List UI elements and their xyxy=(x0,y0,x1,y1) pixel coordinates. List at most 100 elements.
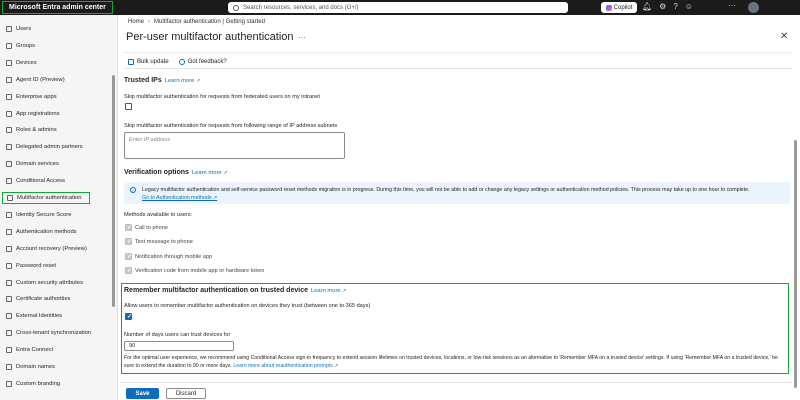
global-search-input[interactable]: Search resources, services, and docs (G+… xyxy=(228,2,568,13)
method-checkbox[interactable]: ✓ xyxy=(125,238,132,245)
copilot-label: Copilot xyxy=(613,4,633,11)
sidebar-item[interactable]: Entra Connect xyxy=(2,344,112,356)
sidebar-item-label: Entra Connect xyxy=(16,347,54,354)
days-label: Number of days users can trust devices f… xyxy=(124,332,231,338)
external-link-icon: ↗ xyxy=(196,78,201,84)
sidebar-item-label: External Identities xyxy=(16,313,63,320)
sidebar-item[interactable]: Conditional Access xyxy=(2,175,112,187)
help-icon[interactable]: ? xyxy=(673,2,677,11)
page-title: Per-user multifactor authentication xyxy=(126,31,294,43)
sidebar-item[interactable]: Devices xyxy=(2,57,112,69)
allow-remember-checkbox[interactable]: ✓ xyxy=(125,313,132,320)
external-link-icon: ↗ xyxy=(342,288,347,294)
sidebar-item[interactable]: Password reset xyxy=(2,260,112,272)
method-checkbox[interactable]: ✓ xyxy=(125,267,132,274)
sidebar-item[interactable]: Cross-tenant synchronization xyxy=(2,327,112,339)
sidebar-item-label: Users xyxy=(16,26,32,32)
sidebar-item[interactable]: Authentication methods xyxy=(2,226,112,238)
branding-icon xyxy=(6,380,12,387)
chevron-right-icon: › xyxy=(148,19,151,25)
agent-icon xyxy=(6,76,12,83)
sidebar-item[interactable]: Account recovery (Preview) xyxy=(2,243,112,255)
breadcrumb-current[interactable]: Multifactor authentication | Getting sta… xyxy=(154,19,265,25)
main-scrollbar[interactable] xyxy=(794,140,797,388)
more-options-icon[interactable]: ··· xyxy=(298,33,306,42)
sidebar-item[interactable]: Agent ID (Preview) xyxy=(2,74,112,86)
top-icons: 🔔︎ ⚙︎ ? ☺︎ xyxy=(642,2,693,11)
sidebar-item[interactable]: Groups xyxy=(2,40,112,52)
trusted-ips-learn-more[interactable]: Learn more ↗ xyxy=(165,78,200,84)
sidebar-item-label: Multifactor authentication xyxy=(17,195,82,201)
key-icon xyxy=(6,228,12,235)
sync-icon xyxy=(6,330,12,337)
feedback-label: Got feedback? xyxy=(187,58,227,65)
breadcrumb-home[interactable]: Home xyxy=(128,19,144,25)
method-checkbox[interactable]: ✓ xyxy=(125,224,132,231)
bulk-update-button[interactable]: Bulk update xyxy=(128,58,169,65)
gear-icon[interactable]: ⚙︎ xyxy=(659,2,666,11)
bell-icon[interactable]: 🔔︎ xyxy=(642,2,652,11)
trusted-ips-heading: Trusted IPs xyxy=(124,77,162,84)
sidebar-item-label: Custom security attributes xyxy=(16,279,84,286)
info-icon: i xyxy=(130,187,136,193)
sidebar-item[interactable]: Certificate authorities xyxy=(2,293,112,305)
method-label: Notification through mobile app xyxy=(135,254,213,260)
discard-button[interactable]: Discard xyxy=(166,388,206,399)
verification-learn-more[interactable]: Learn more ↗ xyxy=(192,170,227,176)
close-icon[interactable]: ✕ xyxy=(780,31,788,42)
brand-title[interactable]: Microsoft Entra admin center xyxy=(2,1,113,14)
sidebar-item[interactable]: Users xyxy=(2,23,112,35)
verification-options-title: Verification options Learn more ↗ xyxy=(124,169,227,176)
sidebar-item[interactable]: Custom security attributes xyxy=(2,277,112,289)
domain-services-icon xyxy=(6,161,12,168)
skip-federated-checkbox[interactable] xyxy=(125,103,132,110)
save-button[interactable]: Save xyxy=(126,388,159,399)
sidebar-item-label: Domain services xyxy=(16,161,59,168)
skip-federated-label: Skip multifactor authentication for requ… xyxy=(124,94,320,100)
sidebar-item-label: Devices xyxy=(16,59,37,66)
sidebar-item[interactable]: App registrations xyxy=(2,108,112,120)
sidebar-item[interactable]: Identity Secure Score xyxy=(2,209,112,221)
search-icon xyxy=(233,4,239,11)
sidebar-item-label: Account recovery (Preview) xyxy=(16,245,87,252)
sidebar-scrollbar[interactable] xyxy=(112,75,115,307)
sidebar-item-label: Groups xyxy=(16,42,36,49)
trusted-ips-title: Trusted IPs Learn more ↗ xyxy=(124,77,200,84)
copilot-button[interactable]: Copilot xyxy=(601,2,637,13)
more-icon[interactable]: ··· xyxy=(728,1,736,10)
checkmark-icon: ✓ xyxy=(127,314,133,320)
method-checkbox[interactable]: ✓ xyxy=(125,253,132,260)
feedback-button[interactable]: Got feedback? xyxy=(178,58,227,65)
sidebar: Users Groups Devices Agent ID (Preview) Ente… xyxy=(0,15,118,400)
remember-note: For the optimal user experience, we reco… xyxy=(124,354,788,370)
sidebar-item[interactable]: Enterprise apps xyxy=(2,91,112,103)
skip-range-label: Skip multifactor authentication for requ… xyxy=(124,123,338,129)
external-link-icon: ↗ xyxy=(334,363,339,370)
lock-icon xyxy=(6,178,12,185)
sidebar-item[interactable]: Delegated admin partners xyxy=(2,141,112,153)
sidebar-item[interactable]: Domain names xyxy=(2,361,112,373)
sidebar-item-label: Authentication methods xyxy=(16,228,77,235)
top-bar: Microsoft Entra admin center Search reso… xyxy=(0,0,800,15)
go-to-auth-methods-link[interactable]: Go to Authentication methods ↗ xyxy=(142,195,217,201)
password-icon xyxy=(6,262,12,269)
attributes-icon xyxy=(6,279,12,286)
external-link-icon: ↗ xyxy=(223,170,228,176)
remember-note-text: For the optimal user experience, we reco… xyxy=(124,355,778,370)
sidebar-item[interactable]: External Identities xyxy=(2,310,112,322)
avatar[interactable] xyxy=(748,2,759,13)
people-icon[interactable]: ☺︎ xyxy=(685,2,693,11)
app-registration-icon xyxy=(6,110,12,117)
sidebar-item[interactable]: Domain services xyxy=(2,158,112,170)
sidebar-item[interactable]: Roles & admins xyxy=(2,124,112,136)
reauth-prompts-link[interactable]: Learn more about reauthentication prompt… xyxy=(233,363,338,369)
sidebar-item-label: Delegated admin partners xyxy=(16,144,83,151)
device-icon xyxy=(6,59,12,66)
sidebar-item-label: Password reset xyxy=(16,262,56,269)
sidebar-item[interactable]: Custom branding xyxy=(2,378,112,390)
method-label: Text message to phone xyxy=(135,239,193,245)
ip-address-input[interactable]: Enter IP address xyxy=(124,132,345,159)
days-input[interactable]: 90 xyxy=(124,341,234,351)
remember-learn-more[interactable]: Learn more ↗ xyxy=(311,288,346,294)
sidebar-item[interactable]: Multifactor authentication xyxy=(2,192,90,204)
